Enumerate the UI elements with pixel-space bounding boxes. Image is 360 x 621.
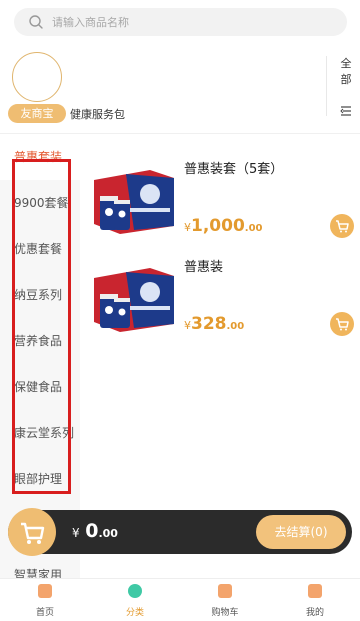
product-price: ¥1,000.00 (184, 216, 263, 236)
product-card[interactable]: 普惠装套（5套） ¥1,000.00 (88, 158, 360, 258)
product-image (90, 168, 176, 234)
product-name: 普惠装 (184, 260, 224, 275)
product-image (90, 266, 176, 332)
bottom-tab-bar: 首页 分类 购物车 我的 (0, 578, 360, 621)
category-icon (128, 584, 142, 598)
add-to-cart-button[interactable] (330, 312, 354, 336)
cart-total: ¥ 0.00 (72, 520, 118, 542)
tab-label: 分类 (125, 608, 144, 618)
tab-label: 我的 (305, 608, 324, 618)
home-icon (38, 584, 52, 598)
tab-home[interactable]: 首页 (0, 579, 90, 621)
tab-label: 购物车 (211, 608, 239, 618)
product-name: 普惠装套（5套） (184, 162, 284, 177)
add-to-cart-icon (336, 220, 349, 233)
tab-category[interactable]: 分类 (90, 579, 180, 621)
sidebar-item-nutrition[interactable]: 营养食品 (0, 318, 80, 364)
add-to-cart-icon (336, 318, 349, 331)
list-toggle-icon (340, 106, 351, 116)
search-icon (29, 15, 43, 29)
sidebar-item-puhui[interactable]: 普惠套装 (0, 134, 80, 180)
sidebar-item-discount[interactable]: 优惠套餐 (0, 226, 80, 272)
brand-label: 友商宝 (8, 104, 66, 123)
sidebar-item-natto[interactable]: 纳豆系列 (0, 272, 80, 318)
tab-profile[interactable]: 我的 (270, 579, 360, 621)
sidebar-item-eye-care[interactable]: 眼部护理 (0, 456, 80, 502)
product-price: ¥328.00 (184, 314, 245, 334)
brand-item-health-package[interactable]: 健康服务包 (70, 106, 125, 122)
brand-row: 友商宝 健康服务包 全部 (0, 44, 360, 134)
all-brands-label: 全部 (340, 57, 352, 86)
product-card[interactable]: 普惠装 ¥328.00 (88, 256, 360, 356)
floating-cart-button[interactable] (8, 508, 56, 556)
cart-icon (218, 584, 232, 598)
sidebar-item-kangyuntang[interactable]: 康云堂系列 (0, 410, 80, 456)
brand-logo (12, 52, 62, 102)
sidebar-item-health-food[interactable]: 保健食品 (0, 364, 80, 410)
tab-label: 首页 (35, 608, 54, 618)
search-bar (0, 0, 360, 44)
checkout-button[interactable]: 去结算(0) (256, 515, 346, 549)
search-box[interactable] (14, 8, 347, 36)
all-brands-toggle[interactable]: 全部 (326, 56, 360, 116)
add-to-cart-button[interactable] (330, 214, 354, 238)
user-icon (308, 584, 322, 598)
tab-cart[interactable]: 购物车 (180, 579, 270, 621)
search-input[interactable] (52, 8, 332, 36)
cart-icon (21, 522, 45, 544)
sidebar-item-9900[interactable]: 9900套餐 (0, 180, 80, 226)
